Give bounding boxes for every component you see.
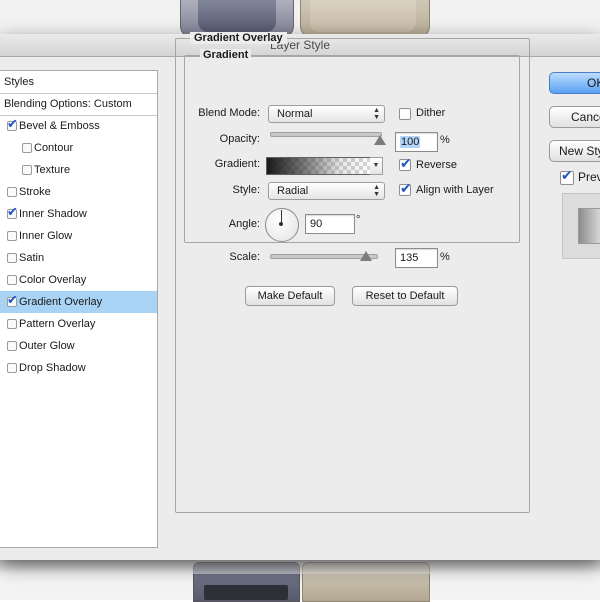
style-item-satin[interactable]: Satin bbox=[0, 247, 157, 269]
preview-checkbox[interactable]: ✔ bbox=[560, 167, 574, 185]
canvas-shape-dark-inner bbox=[198, 0, 276, 32]
scale-input[interactable]: 135 bbox=[395, 248, 438, 268]
scale-label: Scale: bbox=[229, 251, 260, 263]
style-label: Style: bbox=[232, 184, 260, 196]
style-preview-thumbnail bbox=[578, 208, 600, 244]
style-item-drop-shadow[interactable]: Drop Shadow bbox=[0, 357, 157, 379]
align-layer-checkbox[interactable]: ✔ bbox=[399, 180, 412, 196]
new-style-button[interactable]: New Style... bbox=[549, 140, 600, 162]
blending-options-item[interactable]: Blending Options: Custom bbox=[0, 93, 157, 116]
angle-value: 90 bbox=[310, 218, 323, 230]
scale-value: 135 bbox=[400, 252, 419, 264]
style-select[interactable]: Radial ▲ ▼ bbox=[268, 182, 385, 200]
style-item-label: Color Overlay bbox=[19, 274, 87, 286]
style-item-label: Inner Glow bbox=[19, 230, 73, 242]
blend-mode-select[interactable]: Normal ▲ ▼ bbox=[268, 105, 385, 123]
style-item-checkbox[interactable] bbox=[7, 253, 17, 263]
select-arrows-icon: ▲ ▼ bbox=[373, 184, 380, 198]
checkmark-icon: ✔ bbox=[7, 204, 18, 219]
styles-header-label: Styles bbox=[4, 76, 34, 88]
angle-unit: ° bbox=[356, 214, 361, 226]
gradient-subgroup-title: Gradient bbox=[200, 49, 252, 61]
style-item-checkbox[interactable] bbox=[7, 363, 17, 373]
opacity-value: 100 bbox=[400, 136, 421, 148]
dither-checkbox[interactable] bbox=[399, 108, 411, 120]
style-value: Radial bbox=[277, 185, 309, 197]
gradient-overlay-title: Gradient Overlay bbox=[190, 32, 287, 44]
blending-options-label: Blending Options: Custom bbox=[4, 98, 132, 110]
style-item-pattern-overlay[interactable]: Pattern Overlay bbox=[0, 313, 157, 335]
preview-label: Preview bbox=[578, 170, 600, 184]
style-item-inner-glow[interactable]: Inner Glow bbox=[0, 225, 157, 247]
style-item-texture[interactable]: Texture bbox=[0, 159, 157, 181]
gradient-picker-dropdown[interactable]: ▼ bbox=[370, 157, 383, 175]
style-item-checkbox[interactable]: ✔ bbox=[7, 293, 18, 307]
opacity-input[interactable]: 100 bbox=[395, 132, 438, 152]
style-item-label: Pattern Overlay bbox=[19, 318, 96, 330]
angle-dial-center bbox=[279, 222, 283, 226]
checkmark-icon: ✔ bbox=[7, 116, 18, 131]
reverse-checkbox[interactable]: ✔ bbox=[399, 155, 412, 171]
style-item-checkbox[interactable] bbox=[22, 165, 32, 175]
reverse-label: Reverse bbox=[416, 159, 457, 171]
checkmark-icon: ✔ bbox=[561, 167, 573, 183]
opacity-label: Opacity: bbox=[219, 133, 260, 145]
style-item-checkbox[interactable]: ✔ bbox=[7, 205, 18, 219]
opacity-slider-thumb[interactable] bbox=[374, 135, 386, 145]
gradient-preview-bar[interactable] bbox=[266, 157, 372, 175]
ok-button[interactable]: OK bbox=[549, 72, 600, 94]
cancel-button[interactable]: Cancel bbox=[549, 106, 600, 128]
styles-list-panel: Styles Blending Options: Custom ✔ Bevel &… bbox=[0, 70, 158, 548]
style-item-checkbox[interactable] bbox=[7, 187, 17, 197]
style-item-color-overlay[interactable]: Color Overlay bbox=[0, 269, 157, 291]
gradient-label: Gradient: bbox=[214, 158, 260, 170]
style-item-label: Satin bbox=[19, 252, 45, 264]
select-arrows-icon: ▲ ▼ bbox=[373, 107, 380, 121]
style-item-label: Stroke bbox=[19, 186, 51, 198]
styles-header[interactable]: Styles bbox=[0, 71, 157, 94]
checkmark-icon: ✔ bbox=[400, 155, 412, 171]
reset-to-default-button[interactable]: Reset to Default bbox=[352, 286, 458, 306]
style-item-inner-shadow[interactable]: ✔ Inner Shadow bbox=[0, 203, 157, 225]
style-item-checkbox[interactable] bbox=[7, 341, 17, 351]
blend-mode-label: Blend Mode: bbox=[198, 107, 260, 119]
style-item-label: Drop Shadow bbox=[19, 362, 86, 374]
scale-slider-thumb[interactable] bbox=[360, 251, 372, 261]
style-item-label: Contour bbox=[34, 142, 74, 154]
align-layer-label: Align with Layer bbox=[416, 184, 494, 196]
opacity-unit: % bbox=[440, 134, 450, 146]
canvas-shape-dark-bottom-inner bbox=[204, 585, 288, 600]
checkmark-icon: ✔ bbox=[7, 292, 18, 307]
angle-input[interactable]: 90 bbox=[305, 214, 355, 234]
style-item-checkbox[interactable] bbox=[7, 231, 17, 241]
dialog-drop-shadow bbox=[0, 560, 600, 574]
style-item-label: Bevel & Emboss bbox=[19, 120, 100, 132]
style-item-contour[interactable]: Contour bbox=[0, 137, 157, 159]
opacity-slider-track[interactable] bbox=[270, 132, 382, 137]
make-default-button[interactable]: Make Default bbox=[245, 286, 335, 306]
angle-label: Angle: bbox=[228, 218, 260, 230]
style-item-stroke[interactable]: Stroke bbox=[0, 181, 157, 203]
dither-label: Dither bbox=[416, 107, 446, 119]
style-item-checkbox[interactable]: ✔ bbox=[7, 117, 18, 131]
style-item-bevel-emboss[interactable]: ✔ Bevel & Emboss bbox=[0, 115, 157, 137]
style-item-label: Inner Shadow bbox=[19, 208, 87, 220]
checkmark-icon: ✔ bbox=[400, 180, 412, 196]
blend-mode-value: Normal bbox=[277, 108, 313, 120]
style-item-gradient-overlay[interactable]: ✔ Gradient Overlay bbox=[0, 291, 157, 313]
style-item-outer-glow[interactable]: Outer Glow bbox=[0, 335, 157, 357]
canvas-shape-beige-inner bbox=[310, 0, 416, 32]
style-item-checkbox[interactable] bbox=[7, 319, 17, 329]
style-item-checkbox[interactable] bbox=[22, 143, 32, 153]
scale-unit: % bbox=[440, 251, 450, 263]
style-item-label: Texture bbox=[34, 164, 71, 176]
style-item-label: Outer Glow bbox=[19, 340, 75, 352]
style-item-checkbox[interactable] bbox=[7, 275, 17, 285]
style-item-label: Gradient Overlay bbox=[19, 296, 103, 308]
